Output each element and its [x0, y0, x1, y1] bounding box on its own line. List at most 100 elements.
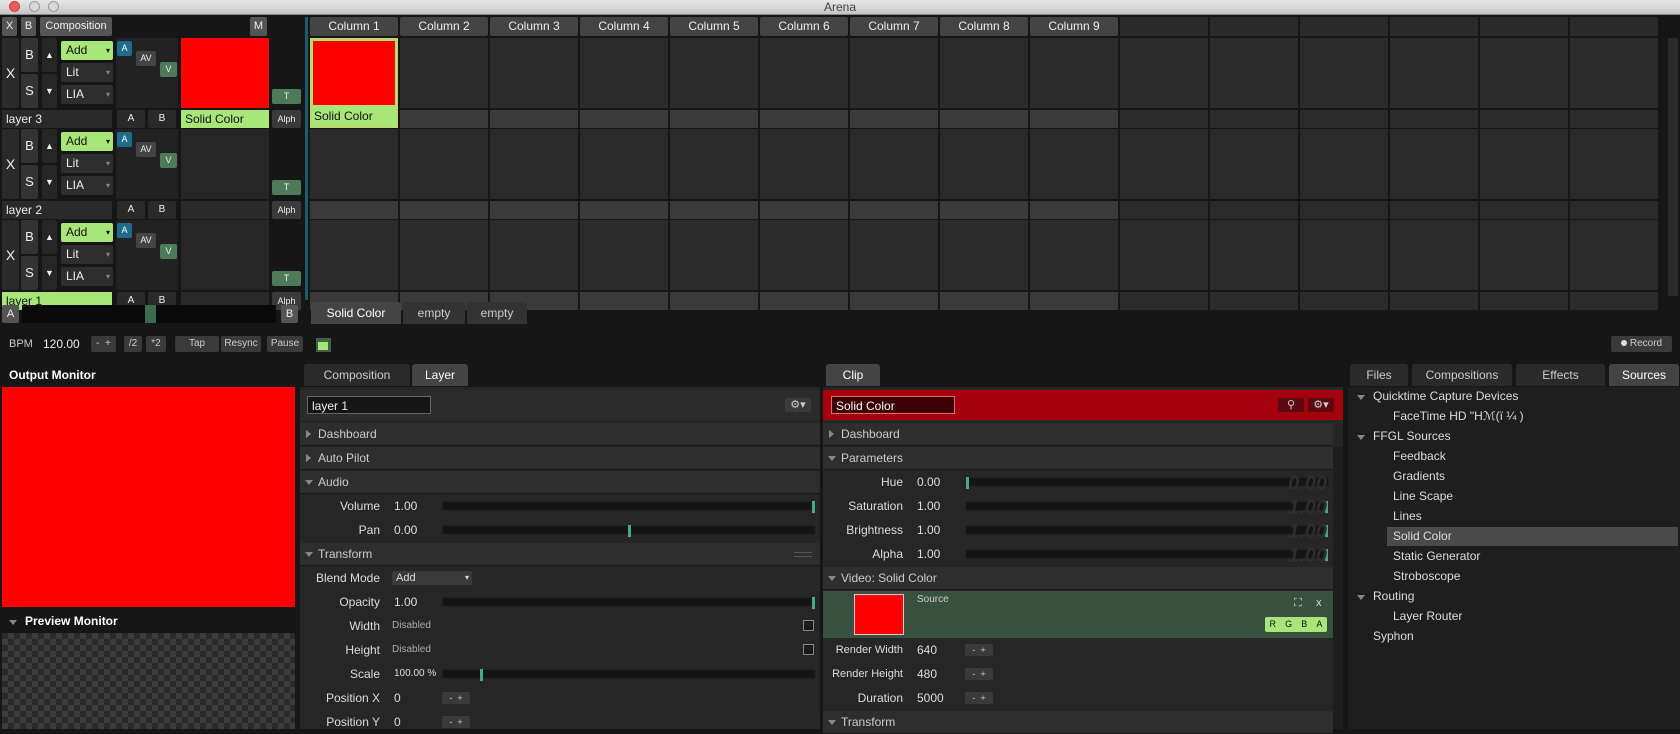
column-header-3[interactable]: Column 3 [490, 17, 578, 36]
clip-cell-empty[interactable] [1390, 38, 1478, 108]
clip-cell-empty[interactable] [400, 129, 488, 199]
layer-lia-select[interactable]: LIA ▾ [61, 85, 113, 104]
clip-cell-empty[interactable] [1480, 220, 1568, 290]
clip-cell-empty[interactable] [1570, 220, 1658, 290]
source-item-line-scape[interactable]: Line Scape [1387, 487, 1678, 506]
source-item-ffgl-sources[interactable]: FFGL Sources [1357, 427, 1678, 446]
move-layer-up-icon[interactable]: ▲ [42, 38, 57, 72]
layer-lit-select[interactable]: Lit ▾ [61, 245, 113, 264]
drag-handle-icon[interactable] [794, 552, 812, 557]
height-checkbox[interactable] [803, 644, 814, 655]
scale-value[interactable]: 100.00 % [394, 663, 436, 685]
clip-search-icon[interactable]: ⚲ [1278, 398, 1304, 412]
layer-audio-header[interactable]: Audio [300, 471, 820, 494]
grid-scrollbar[interactable] [1668, 38, 1678, 296]
tab-layer[interactable]: Layer [412, 364, 468, 386]
clip-parameters-header[interactable]: Parameters [823, 447, 1333, 470]
position-y-value[interactable]: 0 [394, 711, 401, 733]
tap-button[interactable]: Tap [175, 336, 219, 352]
source-item-quicktime-capture-devices[interactable]: Quicktime Capture Devices [1357, 387, 1678, 406]
clip-cell-empty[interactable] [1120, 129, 1208, 199]
layer-name-label[interactable]: layer 3 [2, 110, 112, 128]
layer-name-input[interactable]: layer 1 [307, 396, 431, 414]
deck-tab-solid-color[interactable]: Solid Color [311, 302, 401, 324]
top-b-button[interactable]: B [21, 17, 36, 36]
clip-cell-empty[interactable] [850, 38, 938, 108]
top-x-button[interactable]: X [2, 17, 17, 36]
layer-av-toggle[interactable]: AV [136, 142, 156, 157]
top-m-button[interactable]: M [250, 17, 267, 36]
source-item-stroboscope[interactable]: Stroboscope [1387, 567, 1678, 586]
clip-cell-empty[interactable] [310, 220, 398, 290]
clip-cell-empty[interactable] [1030, 38, 1118, 108]
pause-button[interactable]: Pause [267, 336, 303, 352]
clip-cell-empty[interactable] [1210, 129, 1298, 199]
column-header-2[interactable]: Column 2 [400, 17, 488, 36]
clip-cell-empty[interactable] [1480, 38, 1568, 108]
minimize-window-button[interactable] [29, 1, 40, 12]
render-width-value[interactable]: 640 [917, 639, 937, 661]
composition-button[interactable]: Composition [40, 17, 112, 36]
alpha-value[interactable]: 1.00 [917, 543, 940, 565]
clip-cell-empty[interactable] [940, 38, 1028, 108]
clip-cell-empty[interactable] [760, 220, 848, 290]
layer-x-button[interactable]: X [2, 220, 19, 290]
layer-transform-header[interactable]: Transform [300, 543, 820, 566]
volume-value[interactable]: 1.00 [394, 495, 417, 517]
layer-v-toggle[interactable]: V [160, 62, 177, 77]
deck-tab-empty-2[interactable]: empty [467, 302, 527, 324]
layer-v-toggle[interactable]: V [160, 244, 177, 259]
clip-cell-empty[interactable] [1210, 220, 1298, 290]
layer-crossfade-b-button[interactable]: B [148, 110, 176, 128]
source-item-solid-color[interactable]: Solid Color [1387, 527, 1678, 546]
layer-blend-select[interactable]: Add ▾ [61, 41, 113, 60]
clip-panel-scrollbar[interactable] [1333, 447, 1343, 729]
clip-cell-empty[interactable] [1210, 38, 1298, 108]
column-header-9[interactable]: Column 9 [1030, 17, 1118, 36]
fullscreen-icon[interactable]: ⛶ [1294, 597, 1302, 610]
deck-tab-empty-1[interactable]: empty [403, 302, 465, 324]
column-header-empty[interactable] [1120, 17, 1208, 36]
tab-compositions[interactable]: Compositions [1412, 364, 1512, 386]
channel-g-button[interactable]: G [1285, 617, 1292, 632]
blend-mode-select[interactable]: Add ▾ [392, 571, 472, 585]
clip-cell-empty[interactable] [670, 38, 758, 108]
clip-cell-empty[interactable] [1480, 129, 1568, 199]
clip-cell-empty[interactable] [580, 220, 668, 290]
bpm-half-button[interactable]: /2 [124, 336, 142, 352]
resync-button[interactable]: Resync [221, 336, 261, 352]
layer-alpha-button[interactable]: Alph [272, 201, 301, 219]
layer-b-button[interactable]: B [21, 220, 38, 254]
column-header-6[interactable]: Column 6 [760, 17, 848, 36]
crossfader-a-button[interactable]: A [2, 305, 19, 323]
layer-crossfade-b-button[interactable]: B [148, 201, 176, 219]
opacity-value[interactable]: 1.00 [394, 591, 417, 613]
clip-video-header[interactable]: Video: Solid Color [823, 567, 1333, 590]
layer-s-button[interactable]: S [21, 74, 38, 108]
column-header-empty[interactable] [1480, 17, 1568, 36]
move-layer-up-icon[interactable]: ▲ [42, 129, 57, 163]
layer-av-toggle[interactable]: AV [136, 233, 156, 248]
volume-slider[interactable] [442, 501, 816, 513]
expand-triangle-icon[interactable] [1357, 435, 1365, 440]
source-item-routing[interactable]: Routing [1357, 587, 1678, 606]
clip-cell-empty[interactable] [760, 38, 848, 108]
source-item-syphon[interactable]: Syphon [1373, 627, 1678, 646]
clip-cell-empty[interactable] [850, 129, 938, 199]
source-item-layer-router[interactable]: Layer Router [1387, 607, 1678, 626]
clip-cell-empty[interactable] [490, 129, 578, 199]
pan-slider[interactable] [442, 525, 816, 537]
position-y-stepper[interactable]: - + [442, 716, 470, 728]
alpha-slider[interactable] [965, 549, 1329, 561]
crossfader-handle[interactable] [145, 305, 156, 323]
layer-settings-gear-icon[interactable]: ⚙▾ [785, 398, 811, 412]
expand-triangle-icon[interactable] [1357, 595, 1365, 600]
clip-cell-empty[interactable] [760, 129, 848, 199]
column-header-5[interactable]: Column 5 [670, 17, 758, 36]
rgba-channel-buttons[interactable]: RGBA [1265, 617, 1327, 632]
column-header-empty[interactable] [1390, 17, 1478, 36]
clip-cell-empty[interactable] [850, 220, 938, 290]
layer-x-button[interactable]: X [2, 129, 19, 199]
slider-handle[interactable] [628, 525, 631, 537]
render-height-value[interactable]: 480 [917, 663, 937, 685]
